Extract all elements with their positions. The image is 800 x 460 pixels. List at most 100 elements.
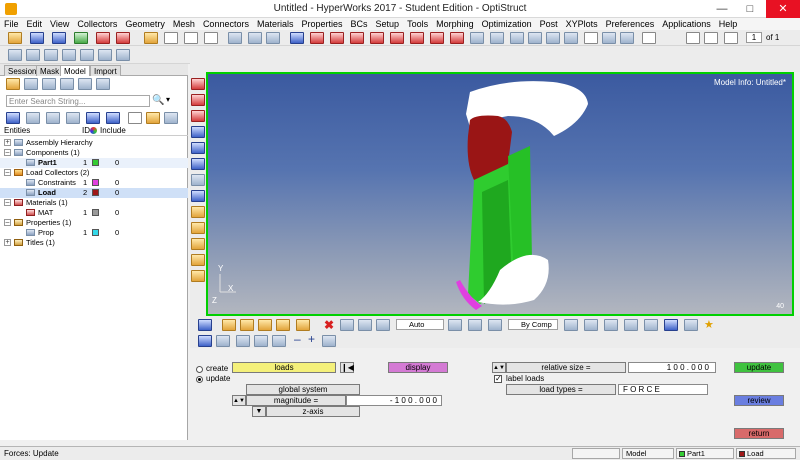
color-swatch[interactable] (92, 159, 99, 166)
image-icon[interactable] (266, 32, 280, 44)
display-tool-14-icon[interactable] (584, 319, 598, 331)
user-profile-icon[interactable] (144, 32, 158, 44)
window-icon[interactable] (602, 32, 616, 44)
arrow-cycle-icon[interactable] (272, 335, 286, 347)
create-radio[interactable] (196, 366, 203, 373)
minus-icon[interactable]: – (294, 332, 301, 346)
delete-icon[interactable]: ✖ (324, 318, 334, 332)
display-tool-12-icon[interactable] (488, 319, 502, 331)
color-mode-select[interactable]: By Comp (508, 319, 558, 330)
visualization-mode-select[interactable]: Auto (396, 319, 444, 330)
window-layout-icon[interactable] (228, 32, 242, 44)
menu-post[interactable]: Post (536, 18, 562, 30)
entity-filter-5-icon[interactable] (86, 112, 100, 124)
import-icon[interactable] (30, 32, 44, 44)
search-input[interactable]: Enter Search String... (6, 95, 150, 107)
view-top-icon[interactable] (410, 32, 424, 44)
display-tool-10-icon[interactable] (448, 319, 462, 331)
return-button[interactable]: return (734, 428, 784, 439)
close-button[interactable]: ✕ (766, 0, 800, 18)
display-tool-4-icon[interactable] (258, 319, 272, 331)
new-session-icon[interactable] (164, 32, 178, 44)
browser-tool-4-icon[interactable] (60, 78, 74, 90)
browser-tool-5-icon[interactable] (78, 78, 92, 90)
undo-icon[interactable] (642, 32, 656, 44)
orbit-icon[interactable] (564, 32, 578, 44)
plus-icon[interactable]: + (308, 332, 315, 346)
side-tool-1-icon[interactable] (191, 78, 205, 90)
solver-icon[interactable] (96, 32, 110, 44)
menu-collectors[interactable]: Collectors (73, 18, 121, 30)
update-button[interactable]: update (734, 362, 784, 373)
side-tool-11-icon[interactable] (191, 238, 205, 250)
display-tool-2-icon[interactable] (222, 319, 236, 331)
search-options-icon[interactable]: ▾ (166, 95, 176, 107)
save-icon[interactable] (52, 32, 66, 44)
macro-7-icon[interactable] (116, 49, 130, 61)
display-button[interactable]: display (388, 362, 448, 373)
relative-size-input[interactable]: 1 0 0 . 0 0 0 (628, 362, 716, 373)
menu-bcs[interactable]: BCs (347, 18, 372, 30)
view-yz-icon[interactable] (350, 32, 364, 44)
status-load-collector-cell[interactable]: Load (736, 448, 796, 459)
menu-setup[interactable]: Setup (372, 18, 404, 30)
entity-filter-7-icon[interactable] (146, 112, 160, 124)
load-types-input[interactable]: F O R C E (618, 384, 708, 395)
color-swatch[interactable] (92, 189, 99, 196)
display-tool-7-icon[interactable] (340, 319, 354, 331)
page-icon[interactable] (584, 32, 598, 44)
browser-tool-2-icon[interactable] (24, 78, 38, 90)
view-zx-icon[interactable] (370, 32, 384, 44)
entity-filter-1-icon[interactable] (6, 112, 20, 124)
color-swatch[interactable] (92, 229, 99, 236)
display-tool-8-icon[interactable] (358, 319, 372, 331)
side-tool-6-icon[interactable] (191, 158, 205, 170)
rotate-left-icon[interactable] (310, 32, 324, 44)
select-arrow-icon[interactable] (128, 112, 142, 124)
macro-3-icon[interactable] (44, 49, 58, 61)
expand-icon[interactable]: + (4, 139, 11, 146)
display-tool-20-icon[interactable] (198, 335, 212, 347)
view-xy-icon[interactable] (330, 32, 344, 44)
view-iso-icon[interactable] (390, 32, 404, 44)
layout-icon[interactable] (204, 32, 218, 44)
display-tool-3-icon[interactable] (240, 319, 254, 331)
tree-row-load[interactable]: Load 2 0 (0, 188, 188, 198)
entity-filter-6-icon[interactable] (106, 112, 120, 124)
color-swatch[interactable] (92, 209, 99, 216)
wrench-icon[interactable] (216, 335, 230, 347)
collapse-icon[interactable]: – (4, 199, 11, 206)
menu-tools[interactable]: Tools (403, 18, 432, 30)
display-tool-21-icon[interactable] (322, 335, 336, 347)
relative-size-toggle[interactable]: ▲▼ (492, 362, 506, 373)
menu-view[interactable]: View (46, 18, 73, 30)
display-tool-17-icon[interactable] (644, 319, 658, 331)
side-tool-9-icon[interactable] (191, 206, 205, 218)
display-tool-18-icon[interactable] (664, 319, 678, 331)
page-number-input[interactable]: 1 (746, 32, 762, 43)
page-next-icon[interactable] (724, 32, 738, 44)
menu-applications[interactable]: Applications (658, 18, 715, 30)
menu-preferences[interactable]: Preferences (602, 18, 659, 30)
collapse-icon[interactable]: – (4, 149, 11, 156)
label-loads-checkbox[interactable]: ✓ (494, 375, 502, 383)
page-first-icon[interactable] (686, 32, 700, 44)
global-system-button[interactable]: global system (246, 384, 360, 395)
rotate-icon[interactable] (528, 32, 542, 44)
display-tool-15-icon[interactable] (604, 319, 618, 331)
tree-row-titles[interactable]: + Titles (1) (0, 238, 188, 248)
collapse-icon[interactable]: – (4, 219, 11, 226)
collapse-icon[interactable]: – (4, 169, 11, 176)
display-tool-11-icon[interactable] (468, 319, 482, 331)
tab-import[interactable]: Import (90, 65, 121, 76)
magnitude-input[interactable]: - 1 0 0 . 0 0 0 (346, 395, 442, 406)
loads-selector-button[interactable]: loads (232, 362, 336, 373)
loads-reset-button[interactable]: ❙◀ (340, 362, 354, 373)
run-icon[interactable] (116, 32, 130, 44)
direction-axis-selector[interactable]: z-axis (266, 406, 360, 417)
menu-optimization[interactable]: Optimization (478, 18, 536, 30)
tree-row-prop[interactable]: Prop 1 0 (0, 228, 188, 238)
macro-6-icon[interactable] (98, 49, 112, 61)
browser-tool-3-icon[interactable] (42, 78, 56, 90)
side-tool-13-icon[interactable] (191, 270, 205, 282)
